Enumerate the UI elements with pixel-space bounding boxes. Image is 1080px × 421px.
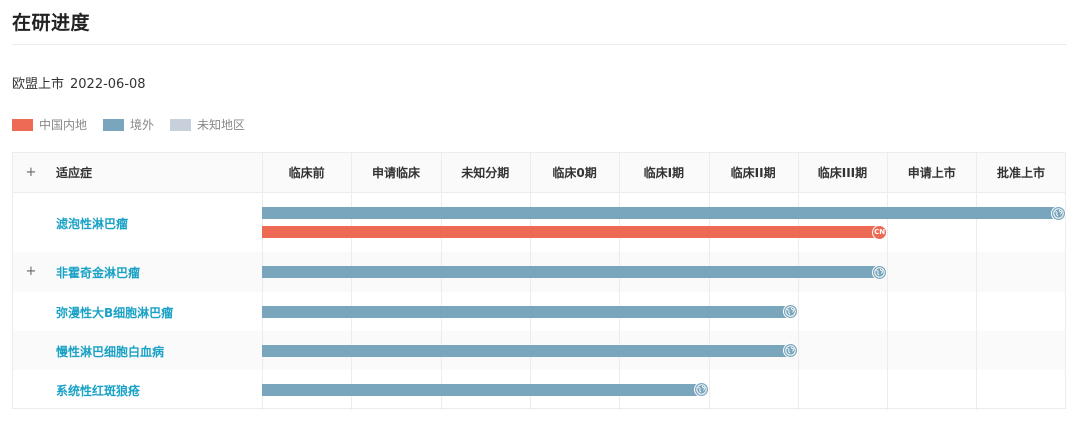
cn-badge-label: CN (874, 228, 886, 236)
grid-line (797, 153, 799, 410)
pipeline-header-row: + 适应症 临床前 申请临床 未知分期 临床0期 临床I期 临床II期 临床III期 申请上市… (13, 153, 1065, 193)
globe-icon[interactable] (782, 343, 798, 358)
grid-line (262, 153, 263, 410)
globe-icon[interactable] (693, 382, 709, 397)
phase-header-5: 临床II期 (730, 166, 776, 180)
cn-badge[interactable]: CN (872, 224, 888, 240)
page-title: 在研进度 (12, 12, 91, 34)
indication-link[interactable]: 系统性红斑狼疮 (56, 382, 140, 399)
phase-header-7: 申请上市 (907, 166, 956, 180)
indication-link[interactable]: 滤泡性淋巴瘤 (56, 215, 128, 232)
market-status: 欧盟上市 2022-06-08 (12, 73, 146, 92)
grid-line (440, 153, 442, 410)
grid-line (887, 153, 889, 410)
phase-header-8: 批准上市 (997, 166, 1046, 180)
legend: 中国内地 境外 未知地区 (12, 116, 261, 133)
grid-line (708, 153, 710, 410)
market-status-label: 欧盟上市 (12, 77, 65, 92)
legend-item-unknown: 未知地区 (170, 116, 245, 133)
phase-header-1: 申请临床 (371, 166, 420, 180)
indication-link[interactable]: 慢性淋巴细胞白血病 (56, 343, 164, 360)
legend-item-mainland: 中国内地 (12, 116, 87, 133)
phase-header-3: 临床0期 (552, 166, 597, 180)
grid-line (529, 153, 531, 410)
pipeline-grid: + 适应症 临床前 申请临床 未知分期 临床0期 临床I期 临床II期 临床III期 申请上市… (12, 152, 1066, 410)
phase-header-0: 临床前 (288, 166, 325, 180)
table-row (13, 193, 1065, 252)
indication-link[interactable]: 弥漫性大B细胞淋巴瘤 (56, 304, 173, 321)
indication-link[interactable]: 非霍奇金淋巴瘤 (56, 264, 140, 281)
progress-bar (262, 226, 880, 238)
legend-swatch-unknown (170, 118, 192, 131)
progress-bar (262, 344, 790, 357)
grid-line (351, 153, 353, 410)
progress-bar (262, 383, 701, 396)
phase-header-6: 临床III期 (817, 166, 868, 180)
legend-label-mainland: 中国内地 (39, 118, 88, 132)
legend-label-unknown: 未知地区 (197, 118, 246, 132)
expand-all-button[interactable]: + (24, 166, 38, 180)
progress-bar (262, 207, 1058, 219)
grid-line (619, 153, 621, 410)
globe-icon[interactable] (782, 304, 798, 319)
phase-header-2: 未知分期 (461, 166, 510, 180)
indication-header: 适应症 (56, 166, 93, 180)
legend-label-overseas: 境外 (130, 118, 155, 132)
globe-icon[interactable] (872, 264, 888, 280)
progress-bar (262, 305, 790, 318)
globe-icon[interactable] (1050, 205, 1066, 221)
progress-bar (262, 266, 880, 278)
legend-swatch-overseas (103, 118, 125, 131)
title-divider (12, 44, 1067, 45)
phase-header-4: 临床I期 (643, 166, 685, 180)
expand-row-button[interactable]: + (24, 265, 38, 279)
market-status-date: 2022-06-08 (70, 77, 146, 92)
legend-item-overseas: 境外 (103, 116, 154, 133)
legend-swatch-mainland (12, 118, 33, 131)
grid-line (976, 153, 978, 410)
